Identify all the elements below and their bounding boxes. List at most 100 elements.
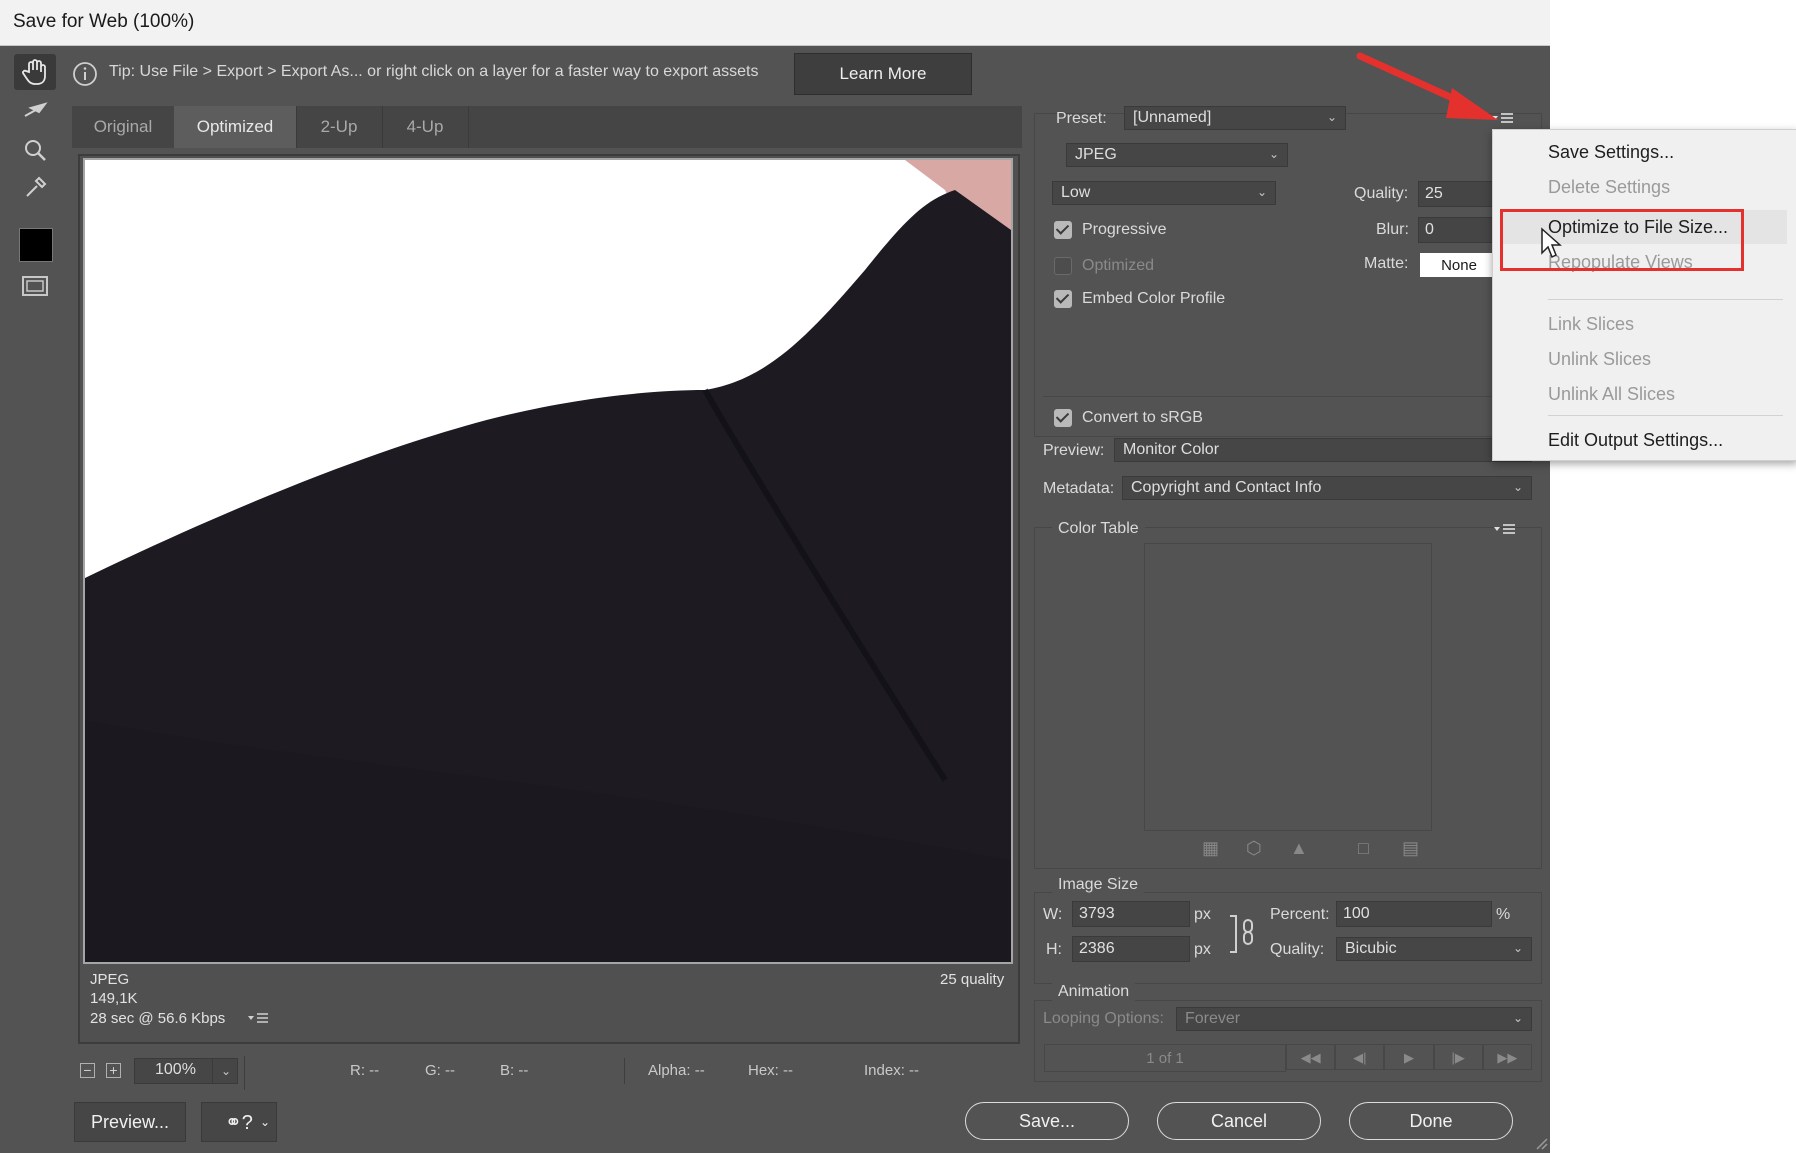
width-input[interactable]: 3793 [1072, 901, 1190, 927]
first-frame-icon[interactable]: ◀◀ [1286, 1044, 1336, 1070]
tab-original[interactable]: Original [72, 106, 175, 148]
eyedropper-tool-icon[interactable] [14, 170, 56, 206]
browser-icon: ⚭? [225, 1111, 253, 1134]
preview-mode-value: Monitor Color [1123, 441, 1220, 458]
embed-color-profile-checkbox[interactable] [1054, 290, 1072, 308]
tab-2-up[interactable]: 2-Up [296, 106, 383, 148]
tip-text: Tip: Use File > Export > Export As... or… [109, 63, 759, 80]
height-input[interactable]: 2386 [1072, 936, 1190, 962]
done-button[interactable]: Done [1349, 1102, 1513, 1140]
info-icon [73, 62, 97, 86]
optimized-checkbox[interactable] [1054, 257, 1072, 275]
quality-input[interactable]: 25 [1418, 181, 1498, 207]
preview-button[interactable]: Preview... [74, 1102, 186, 1142]
chevron-down-icon: ⌄ [1512, 941, 1523, 955]
looping-options-label: Looping Options: [1043, 1010, 1164, 1027]
new-color-icon[interactable]: □ [1358, 838, 1369, 859]
frame-counter: 1 of 1 [1044, 1044, 1286, 1072]
chevron-down-icon: ⌄ [1268, 147, 1279, 161]
color-table-menu-icon[interactable] [1494, 522, 1516, 538]
progressive-label: Progressive [1082, 221, 1167, 238]
file-format-value: JPEG [1075, 146, 1117, 163]
color-table-swatches[interactable] [1144, 543, 1432, 831]
resize-grip-icon[interactable] [1534, 1136, 1548, 1150]
blue-readout: B: -- [500, 1062, 529, 1079]
browser-preview-button[interactable]: ⚭? ⌄ [201, 1102, 277, 1142]
menu-item-edit-output-settings[interactable]: Edit Output Settings... [1548, 430, 1723, 451]
chevron-down-icon: ⌄ [1512, 1011, 1523, 1025]
download-speed-menu-icon[interactable] [248, 1012, 270, 1026]
slice-select-tool-icon[interactable] [14, 94, 56, 130]
divider [1043, 396, 1531, 397]
title-bar: Save for Web (100%) [0, 0, 1550, 46]
preset-label: Preset: [1056, 110, 1107, 127]
preset-select[interactable]: [Unnamed] ⌄ [1124, 106, 1346, 130]
matte-select[interactable]: None [1420, 253, 1498, 277]
save-button[interactable]: Save... [965, 1102, 1129, 1140]
tab-4-up[interactable]: 4-Up [382, 106, 469, 148]
optimize-flyout-menu: Save Settings... Delete Settings Optimiz… [1492, 129, 1796, 461]
resample-quality-select[interactable]: Bicubic ⌄ [1336, 937, 1532, 961]
zoom-tool-icon[interactable] [14, 132, 56, 168]
last-frame-icon[interactable]: ▶▶ [1482, 1044, 1533, 1070]
cube-icon[interactable]: ⬡ [1246, 838, 1262, 859]
zoom-out-icon[interactable]: − [80, 1063, 95, 1078]
preview-mode-select[interactable]: Monitor Color [1114, 438, 1532, 462]
next-frame-icon[interactable]: |▶ [1433, 1044, 1483, 1070]
index-readout: Index: -- [864, 1062, 920, 1079]
blur-label: Blur: [1376, 221, 1409, 238]
quality-label: Quality: [1354, 185, 1409, 202]
metadata-label: Metadata: [1043, 480, 1115, 497]
highlight-box [1500, 209, 1744, 271]
width-unit: px [1194, 906, 1211, 923]
zoom-in-icon[interactable]: + [106, 1063, 121, 1078]
web-shift-icon[interactable]: ▦ [1202, 838, 1219, 859]
view-tabs: Original Optimized 2-Up 4-Up [72, 106, 1022, 148]
animation-title: Animation [1052, 983, 1136, 1001]
hand-tool-icon[interactable] [14, 54, 56, 90]
status-bar: − + 100% ⌄ R: -- G: -- B: -- Alpha: -- H… [72, 1050, 1022, 1092]
file-format-select[interactable]: JPEG ⌄ [1066, 143, 1288, 167]
percent-input[interactable]: 100 [1336, 901, 1492, 927]
divider [624, 1058, 625, 1084]
blur-input[interactable]: 0 [1418, 217, 1498, 243]
link-proportions-icon[interactable] [1228, 914, 1258, 954]
progressive-checkbox[interactable] [1054, 221, 1072, 239]
image-format: JPEG [90, 971, 130, 988]
optimized-image-preview[interactable] [83, 158, 1013, 964]
chevron-down-icon: ⌄ [1326, 110, 1337, 124]
convert-srgb-checkbox[interactable] [1054, 409, 1072, 427]
toggle-slices-visibility-icon[interactable] [14, 268, 56, 304]
cancel-button[interactable]: Cancel [1157, 1102, 1321, 1140]
previous-frame-icon[interactable]: ◀| [1335, 1044, 1385, 1070]
divider [244, 1056, 245, 1090]
looping-options-select[interactable]: Forever ⌄ [1176, 1007, 1532, 1031]
chevron-down-icon: ⌄ [259, 1115, 270, 1129]
color-table-title: Color Table [1052, 520, 1145, 538]
eyedropper-color-swatch[interactable] [19, 228, 53, 262]
mouse-cursor-icon [1541, 227, 1562, 259]
alpha-readout: Alpha: -- [648, 1062, 705, 1079]
quality-level-select[interactable]: Low ⌄ [1052, 181, 1276, 205]
lock-icon[interactable]: ▲ [1290, 838, 1308, 859]
tip-bar: Tip: Use File > Export > Export As... or… [64, 51, 1544, 95]
tab-optimized[interactable]: Optimized [174, 106, 297, 148]
quality-readout: 25 quality [940, 971, 1005, 988]
zoom-level-value: 100% [155, 1061, 196, 1078]
convert-srgb-label: Convert to sRGB [1082, 409, 1203, 426]
animation-controls: ◀◀ ◀| ▶ |▶ ▶▶ [1286, 1044, 1533, 1070]
chevron-down-icon: ⌄ [1256, 185, 1267, 199]
menu-separator [1548, 299, 1783, 300]
matte-label: Matte: [1364, 255, 1409, 272]
learn-more-button[interactable]: Learn More [794, 53, 972, 95]
chevron-down-icon[interactable]: ⌄ [212, 1058, 239, 1084]
metadata-select[interactable]: Copyright and Contact Info ⌄ [1122, 476, 1532, 500]
menu-item-delete-settings: Delete Settings [1548, 177, 1671, 197]
menu-item-save-settings[interactable]: Save Settings... [1548, 142, 1674, 163]
chevron-down-icon: ⌄ [1512, 480, 1523, 494]
menu-separator [1548, 415, 1783, 416]
trash-icon[interactable]: ▤ [1402, 838, 1419, 859]
green-readout: G: -- [425, 1062, 455, 1079]
play-icon[interactable]: ▶ [1384, 1044, 1434, 1070]
resample-quality-label: Quality: [1270, 941, 1325, 958]
